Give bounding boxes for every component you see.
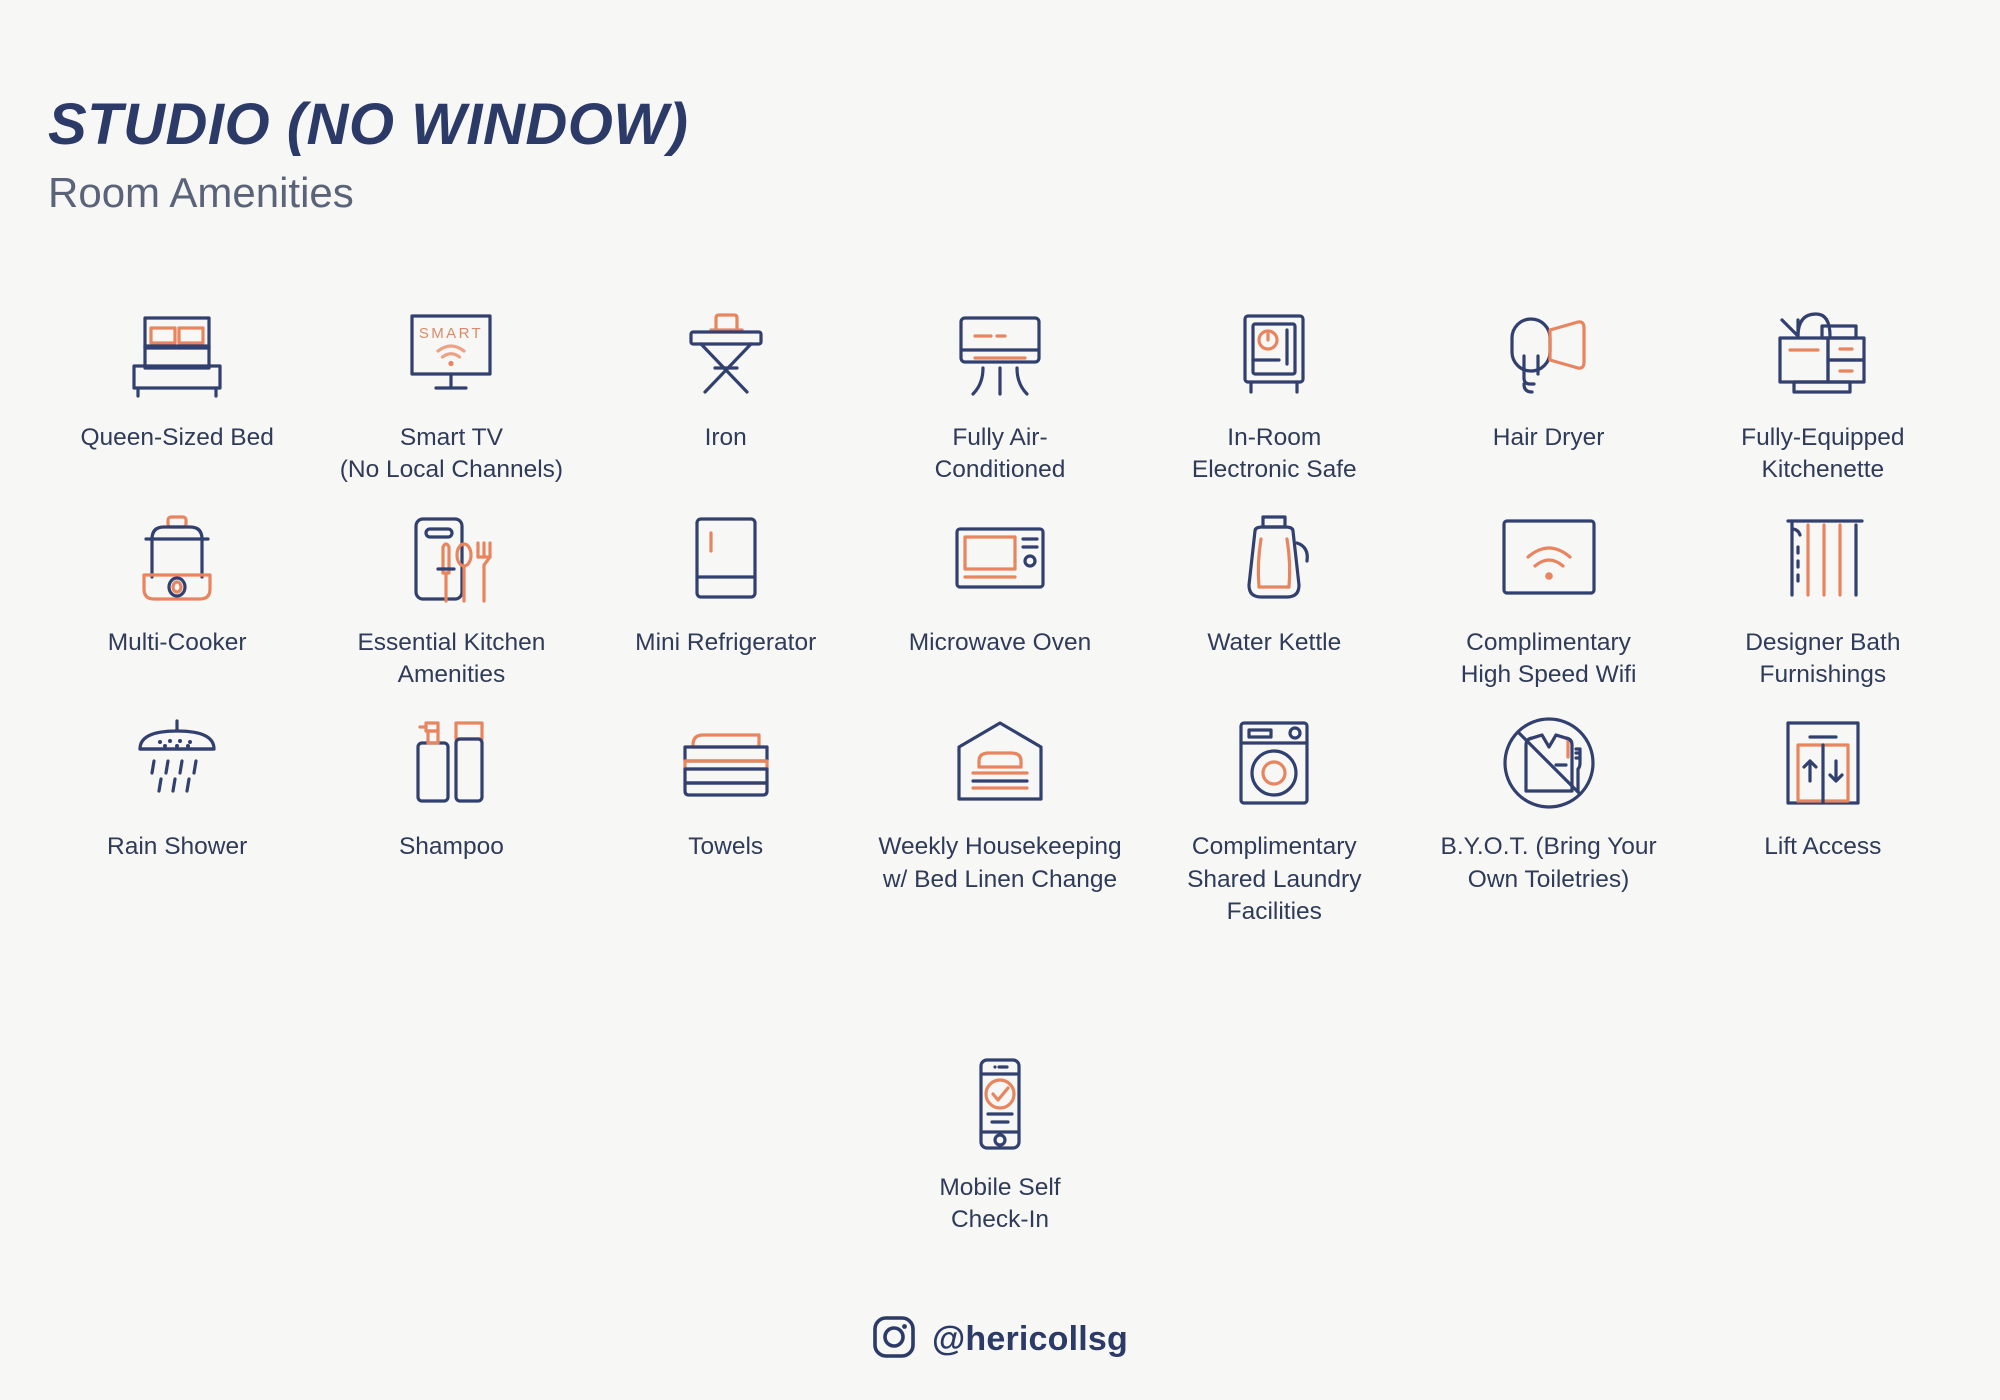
amenity-item-smart-tv: SMART Smart TV (No Local Channels) [314,300,588,487]
amenity-item-microwave-oven: Microwave Oven [863,505,1137,692]
amenity-item-iron: Iron [589,300,863,487]
amenity-label: Queen-Sized Bed [80,424,274,451]
amenity-item-towels: Towels [589,709,863,928]
air-conditioner-icon [940,300,1060,408]
amenity-item-mini-refrigerator: Mini Refrigerator [589,505,863,692]
housekeeping-bed-icon [940,709,1060,817]
towels-icon [666,709,786,817]
cutting-board-cutlery-icon [391,505,511,613]
amenity-item-kitchenette: Fully-Equipped Kitchenette [1686,300,1960,487]
header: STUDIO (NO WINDOW) Room Amenities [48,96,688,214]
amenity-label: Multi-Cooker [107,628,247,656]
amenity-item-bath-furnishings: Designer Bath Furnishings [1686,505,1960,692]
smart-tv-screen-text: SMART [419,325,483,342]
amenity-item-byot: B.Y.O.T. (Bring Your Own Toiletries) [1411,709,1685,928]
amenity-label: Water Kettle [1207,628,1342,656]
smart-tv-icon: SMART [391,300,511,408]
amenity-item-wifi: Complimentary High Speed Wifi [1411,505,1685,692]
safe-icon [1214,300,1334,408]
amenity-item-shampoo: Shampoo [314,709,588,928]
amenity-label: Iron [704,424,747,451]
microwave-icon [940,505,1060,613]
amenity-label: Mobile Self Check-In [939,1174,1061,1234]
amenity-item-mobile-self-check-in: Mobile Self Check-In [933,1050,1066,1237]
shower-curtain-icon [1763,505,1883,613]
amenity-item-rain-shower: Rain Shower [40,709,314,928]
bed-icon [117,300,237,408]
footer[interactable]: @hericollsg [0,1315,2000,1364]
amenity-label: Rain Shower [107,833,248,861]
amenity-label: B.Y.O.T. (Bring Your Own Toiletries) [1440,833,1657,893]
instagram-handle[interactable]: @hericollsg [932,1320,1128,1359]
amenity-label: Complimentary High Speed Wifi [1460,628,1637,688]
amenity-item-kitchen-amenities: Essential Kitchen Amenities [314,505,588,692]
amenity-label: In-Room Electronic Safe [1191,424,1357,484]
amenity-label: Towels [688,833,764,861]
amenity-label: Weekly Housekeeping w/ Bed Linen Change [878,833,1122,893]
amenity-label: Fully-Equipped Kitchenette [1741,424,1905,484]
no-toiletries-icon [1489,709,1609,817]
amenities-last-row: Mobile Self Check-In [0,1050,2000,1237]
page-title: STUDIO (NO WINDOW) [48,92,689,157]
refrigerator-icon [666,505,786,613]
washing-machine-icon [1214,709,1334,817]
rain-shower-icon [117,709,237,817]
amenity-label: Essential Kitchen Amenities [357,628,546,688]
amenity-label: Shampoo [398,833,504,861]
amenity-item-queen-sized-bed: Queen-Sized Bed [40,300,314,487]
amenity-label: Hair Dryer [1492,424,1605,451]
amenity-item-lift-access: Lift Access [1686,709,1960,928]
amenity-item-multi-cooker: Multi-Cooker [40,505,314,692]
mobile-checkin-icon [940,1050,1060,1158]
amenity-label: Smart TV (No Local Channels) [339,424,564,484]
amenity-item-hair-dryer: Hair Dryer [1411,300,1685,487]
amenity-label: Fully Air- Conditioned [934,424,1066,484]
amenity-label: Complimentary Shared Laundry Facilities [1187,833,1362,925]
lift-icon [1763,709,1883,817]
iron-board-icon [666,300,786,408]
shampoo-bottles-icon [391,709,511,817]
multi-cooker-icon [117,505,237,613]
amenity-label: Mini Refrigerator [635,628,817,656]
amenities-infographic: STUDIO (NO WINDOW) Room Amenities Queen-… [0,0,2000,1400]
amenity-label: Designer Bath Furnishings [1745,628,1901,688]
amenity-item-water-kettle: Water Kettle [1137,505,1411,692]
wifi-icon [1489,505,1609,613]
amenity-item-weekly-housekeeping: Weekly Housekeeping w/ Bed Linen Change [863,709,1137,928]
instagram-icon[interactable] [872,1315,916,1364]
kitchenette-icon [1763,300,1883,408]
amenity-item-electronic-safe: In-Room Electronic Safe [1137,300,1411,487]
amenity-item-air-conditioned: Fully Air- Conditioned [863,300,1137,487]
amenities-grid: Queen-Sized Bed SMART Smart TV (No Local… [40,300,1960,928]
amenity-label: Microwave Oven [908,628,1092,656]
hair-dryer-icon [1489,300,1609,408]
amenity-item-shared-laundry: Complimentary Shared Laundry Facilities [1137,709,1411,928]
amenity-label: Lift Access [1764,833,1882,861]
page-subtitle: Room Amenities [48,169,354,216]
kettle-icon [1214,505,1334,613]
